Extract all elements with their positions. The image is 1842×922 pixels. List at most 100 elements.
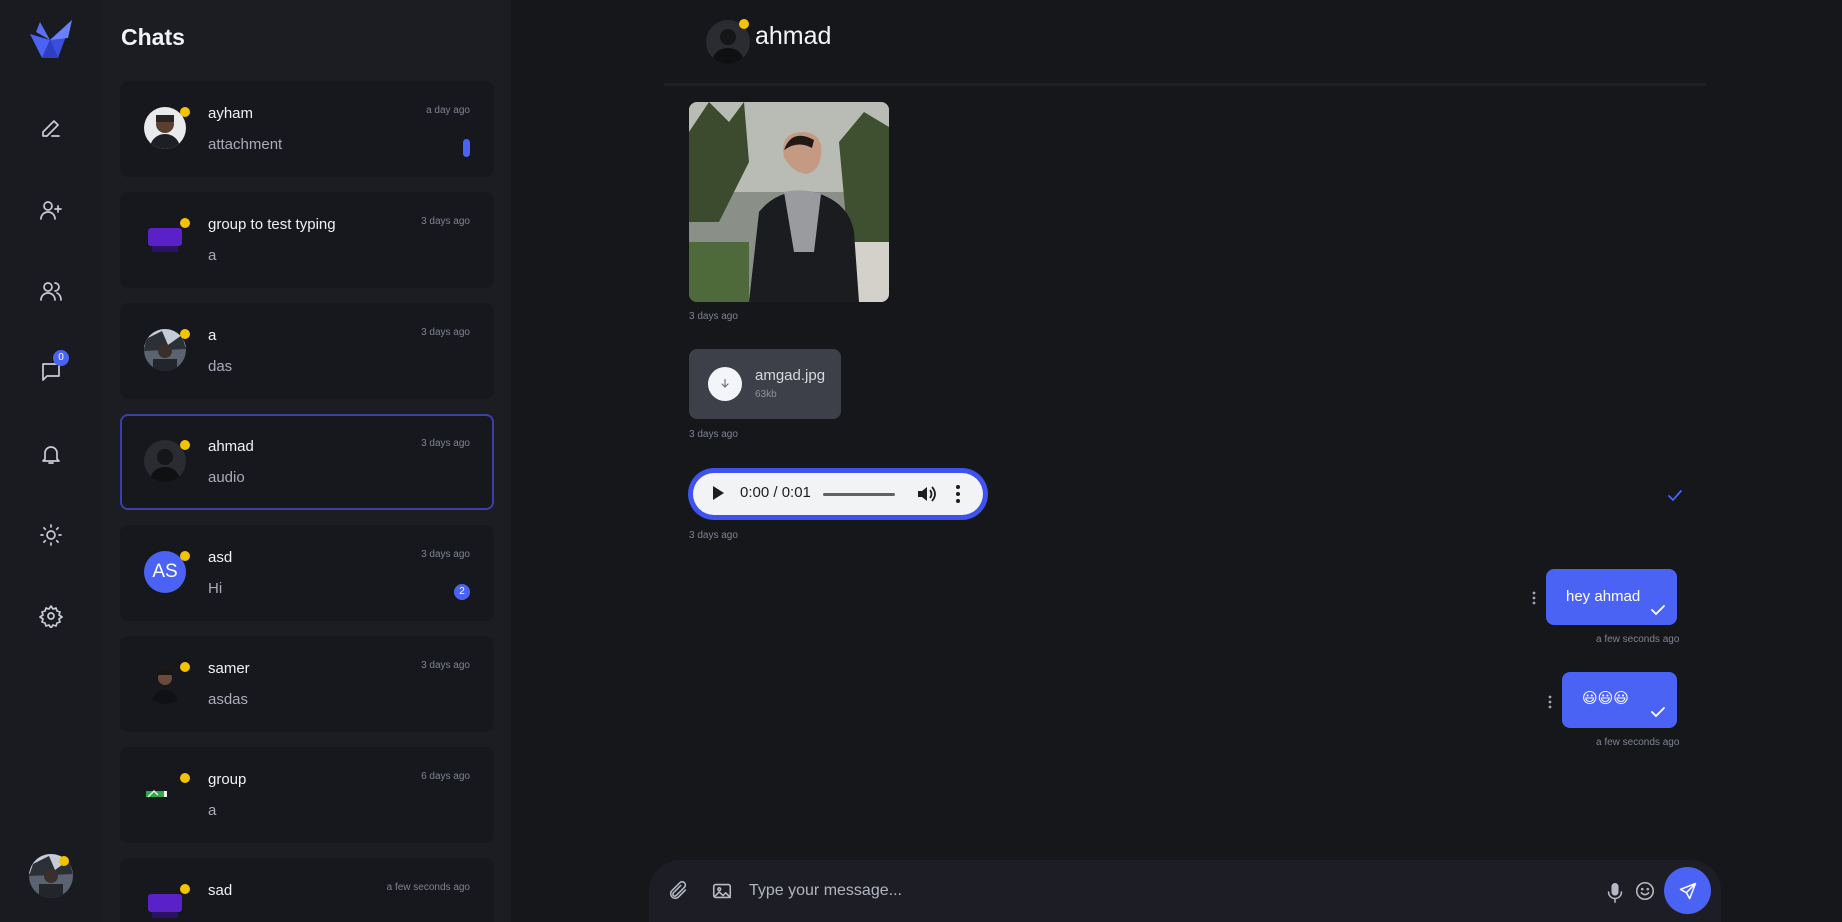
icon-rail: 0 [0,0,102,922]
settings-button[interactable] [31,596,71,636]
chat-item-sad[interactable]: sad a few seconds ago [120,858,494,922]
check-icon [1668,490,1682,502]
theme-toggle-button[interactable] [31,515,71,555]
bell-icon [42,446,60,464]
image-message[interactable] [689,102,889,302]
file-name: amgad.jpg [755,367,826,384]
message-text: 😃😃😃 [1582,690,1629,707]
attach-button[interactable] [667,880,689,902]
image-upload-button[interactable] [711,880,733,902]
chat-name: group to test typing [208,216,336,233]
chat-preview: a [208,247,217,264]
chat-time: 3 days ago [421,549,470,560]
chat-item-ayham[interactable]: ayham attachment a day ago [120,81,494,177]
chat-preview: asdas [208,691,249,708]
chat-item-asd[interactable]: AS asd Hi 3 days ago 2 [120,525,494,621]
logo-icon[interactable] [28,18,74,62]
online-indicator [180,107,190,117]
message-time: a few seconds ago [1596,634,1680,645]
profile-avatar[interactable] [29,854,73,898]
chat-preview: attachment [208,136,283,153]
chat-list-panel: Chats ayham attachment a day ago group t… [102,0,511,922]
chat-name: ahmad [208,438,254,455]
audio-time: 0:00 / 0:01 [740,484,811,501]
chat-time: 3 days ago [421,438,470,449]
emoji-button[interactable] [1634,880,1656,902]
outgoing-message[interactable]: hey ahmad [1546,569,1677,625]
chat-preview: das [208,358,233,375]
kebab-icon[interactable] [1547,694,1553,710]
send-button[interactable] [1664,867,1711,914]
message-time: 3 days ago [689,429,738,440]
chat-item-group[interactable]: group a 6 days ago [120,747,494,843]
chat-name: a [208,327,217,344]
add-friend-button[interactable] [31,190,71,230]
chat-name: sad [208,882,233,899]
chat-name: asd [208,549,233,566]
message-composer [649,860,1721,922]
chat-preview: a [208,802,217,819]
smiley-icon [1635,881,1655,901]
messages-button[interactable]: 0 [31,350,71,392]
chat-time: 3 days ago [421,216,470,227]
check-icon [1651,707,1665,718]
outgoing-message[interactable]: 😃😃😃 [1562,672,1677,728]
voice-record-button[interactable] [1604,882,1623,904]
chat-item-ahmad[interactable]: ahmad audio 3 days ago [120,414,494,510]
play-icon[interactable] [713,486,724,500]
paperclip-icon [669,881,687,900]
chat-name: ayham [208,105,254,122]
unread-indicator [463,139,470,157]
chat-preview: Hi [208,580,223,597]
audio-message: 0:00 / 0:01 [688,468,988,520]
chat-time: 6 days ago [421,771,470,782]
conversation-header: ahmad [664,0,1706,86]
audio-player[interactable]: 0:00 / 0:01 [693,473,983,515]
send-icon [1679,882,1696,899]
online-indicator [739,19,749,29]
kebab-icon[interactable] [1531,590,1537,606]
file-size: 63kb [755,389,777,400]
online-indicator [180,884,190,894]
chat-item-group-to-test-typing[interactable]: group to test typing a 3 days ago [120,192,494,288]
online-indicator [59,856,69,866]
contact-name: ahmad [755,22,832,50]
online-indicator [180,329,190,339]
chat-item-samer[interactable]: samer asdas 3 days ago [120,636,494,732]
chat-time: a few seconds ago [386,882,470,893]
download-button[interactable] [708,367,742,401]
conversation-panel: ahmad 3 days ago amgad.jpg 63kb 3 days a… [511,0,1842,922]
download-icon [721,378,729,388]
chat-name: samer [208,660,250,677]
message-time: 3 days ago [689,530,738,541]
unread-count-badge: 2 [454,584,470,600]
chat-preview: audio [208,469,245,486]
message-input[interactable] [749,879,1549,903]
chat-time: 3 days ago [421,660,470,671]
check-icon [1651,605,1665,616]
microphone-icon [1607,883,1623,903]
notifications-button[interactable] [31,434,71,474]
image-icon [712,883,732,899]
users-icon [40,282,62,301]
online-indicator [180,662,190,672]
message-time: 3 days ago [689,311,738,322]
file-message[interactable]: amgad.jpg 63kb [689,349,841,419]
gear-icon [39,605,63,628]
messages-badge: 0 [53,350,69,366]
online-indicator [180,440,190,450]
new-chat-button[interactable] [31,108,71,148]
kebab-icon[interactable] [955,483,961,505]
chat-list-title: Chats [121,24,185,50]
chat-item-a[interactable]: a das 3 days ago [120,303,494,399]
pencil-icon [42,120,60,137]
online-indicator [180,551,190,561]
volume-icon[interactable] [915,483,937,505]
chat-name: group [208,771,247,788]
chat-time: a day ago [426,105,470,116]
audio-progress-slider[interactable] [823,493,895,496]
contacts-button[interactable] [31,271,71,311]
sun-icon [40,524,62,546]
chat-time: 3 days ago [421,327,470,338]
message-text: hey ahmad [1566,588,1641,605]
